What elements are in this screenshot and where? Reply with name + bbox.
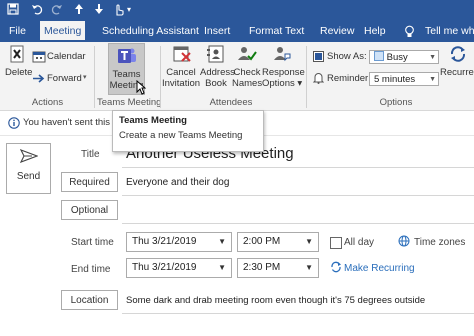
- location-field[interactable]: Some dark and drab meeting room even tho…: [126, 295, 425, 306]
- end-time-picker[interactable]: 2:30 PM ▼: [237, 258, 319, 278]
- tab-scheduling-assistant[interactable]: Scheduling Assistant: [98, 21, 203, 42]
- actions-group-label: Actions: [31, 97, 64, 108]
- all-day-checkbox[interactable]: [330, 237, 342, 249]
- lightbulb-icon: [404, 25, 415, 41]
- required-button[interactable]: Required: [61, 172, 118, 192]
- chevron-down-icon: ▼: [305, 263, 313, 272]
- touch-mode-icon[interactable]: [112, 3, 126, 17]
- all-day-label: All day: [344, 237, 375, 248]
- start-time-picker[interactable]: 2:00 PM ▼: [237, 232, 319, 252]
- show-as-icon: [313, 51, 324, 65]
- tooltip-description: Create a new Teams Meeting: [119, 130, 243, 141]
- teams-meeting-tooltip: Teams Meeting Create a new Teams Meeting: [112, 110, 264, 152]
- up-arrow-icon[interactable]: [72, 3, 86, 17]
- end-date-picker[interactable]: Thu 3/21/2019 ▼: [126, 258, 232, 278]
- forward-button[interactable]: Forward ▾: [32, 72, 92, 86]
- address-book-icon: [206, 44, 232, 67]
- mouse-cursor-icon: [136, 79, 147, 98]
- calendar-button[interactable]: Calendar: [32, 50, 92, 64]
- tab-format-text[interactable]: Format Text: [245, 21, 308, 42]
- reminder-label: Reminder:: [327, 73, 371, 84]
- attendees-group-label: Attendees: [209, 97, 253, 108]
- time-zones-button[interactable]: Time zones: [414, 237, 465, 248]
- group-separator: [160, 46, 161, 108]
- chevron-down-icon: ▼: [218, 263, 226, 272]
- required-attendees-field[interactable]: Everyone and their dog: [126, 177, 229, 188]
- make-recurring-link[interactable]: Make Recurring: [344, 263, 415, 274]
- busy-swatch: [374, 51, 384, 61]
- teams-group-label: Teams Meeting: [97, 97, 162, 108]
- reminder-dropdown[interactable]: 5 minutes ▼: [369, 72, 439, 86]
- response-options-icon: [272, 44, 302, 67]
- tab-review[interactable]: Review: [316, 21, 358, 42]
- tooltip-title: Teams Meeting: [119, 115, 187, 126]
- check-names-icon: [237, 44, 262, 67]
- redo-icon[interactable]: [50, 3, 64, 17]
- globe-icon: [398, 235, 410, 250]
- chevron-down-icon: ▾: [83, 74, 87, 81]
- bell-icon: [312, 72, 325, 87]
- recurrence-button[interactable]: Recurrence: [440, 44, 474, 94]
- tab-help[interactable]: Help: [360, 21, 390, 42]
- chevron-down-icon: ▼: [218, 237, 226, 246]
- chevron-down-icon: ▼: [429, 54, 436, 61]
- tab-meeting[interactable]: Meeting: [40, 21, 86, 42]
- info-icon: [8, 117, 20, 132]
- location-underline: [122, 313, 474, 314]
- down-arrow-icon[interactable]: [92, 3, 106, 17]
- required-underline: [122, 195, 474, 196]
- location-button[interactable]: Location: [61, 290, 118, 310]
- chevron-down-icon: ▼: [429, 76, 436, 83]
- title-label: Title: [81, 149, 100, 160]
- send-button[interactable]: Send: [6, 143, 51, 194]
- delete-icon: [8, 44, 29, 67]
- delete-button[interactable]: Delete: [5, 44, 32, 84]
- start-time-label: Start time: [71, 237, 114, 248]
- save-icon[interactable]: [6, 3, 20, 17]
- options-group-label: Options: [379, 97, 413, 108]
- calendar-icon: [32, 50, 46, 66]
- tab-insert[interactable]: Insert: [200, 21, 234, 42]
- recurrence-icon: [448, 44, 474, 67]
- teams-icon: [117, 46, 144, 69]
- recurrence-icon: [330, 261, 342, 276]
- qat-customize-icon[interactable]: ▾: [127, 5, 131, 14]
- start-date-picker[interactable]: Thu 3/21/2019 ▼: [126, 232, 232, 252]
- undo-icon[interactable]: [30, 3, 44, 17]
- response-options-label-2: Options ▾: [262, 78, 303, 89]
- title-underline: [122, 167, 474, 168]
- show-as-label: Show As:: [327, 51, 367, 62]
- show-as-dropdown[interactable]: Busy ▼: [369, 50, 439, 64]
- info-bar-text: You haven't sent this me: [23, 117, 126, 128]
- forward-arrow-icon: [32, 73, 45, 87]
- end-time-label: End time: [71, 264, 111, 275]
- cancel-invitation-icon: [172, 44, 200, 67]
- send-icon: [19, 148, 50, 166]
- group-separator: [306, 46, 307, 108]
- check-names-button[interactable]: Check Names: [232, 44, 262, 94]
- address-book-button[interactable]: Address Book: [200, 44, 235, 94]
- cancel-invitation-button[interactable]: Cancel Invitation: [162, 44, 200, 94]
- group-separator: [94, 46, 95, 108]
- optional-underline: [122, 223, 474, 224]
- optional-button[interactable]: Optional: [61, 200, 118, 220]
- tab-file[interactable]: File: [5, 21, 30, 42]
- tell-me-search[interactable]: Tell me wh: [421, 21, 474, 42]
- chevron-down-icon: ▼: [305, 237, 313, 246]
- response-options-button[interactable]: Response Options ▾: [262, 44, 305, 94]
